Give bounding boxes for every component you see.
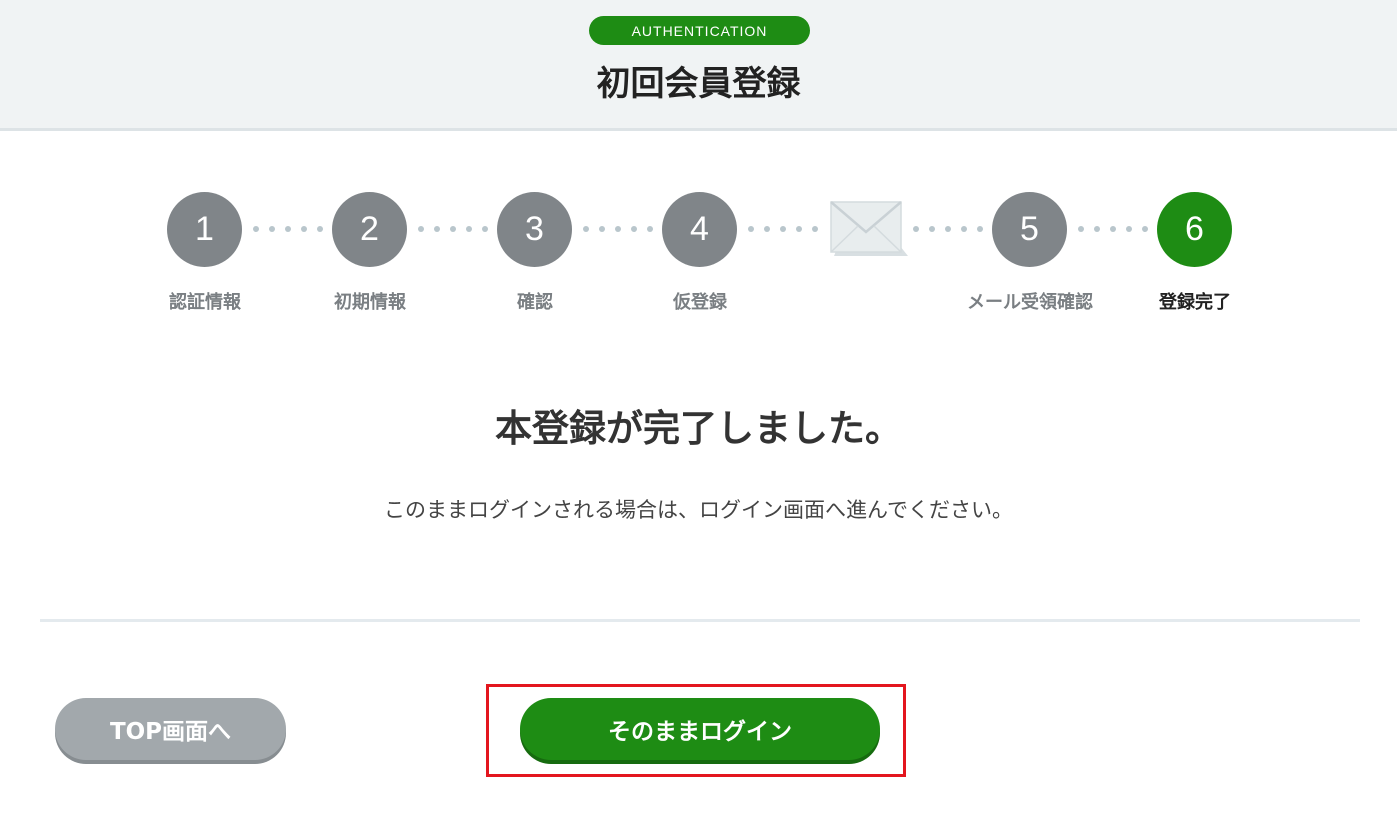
step-connector bbox=[913, 226, 983, 232]
step-6-circle: 6 bbox=[1157, 192, 1232, 267]
step-5-circle: 5 bbox=[992, 192, 1067, 267]
top-page-button[interactable]: TOP画面へ bbox=[55, 698, 286, 760]
section-divider bbox=[40, 619, 1360, 622]
step-6-label: 登録完了 bbox=[1159, 292, 1231, 313]
step-3-circle: 3 bbox=[497, 192, 572, 267]
step-connector bbox=[418, 226, 488, 232]
completion-title: 本登録が完了しました。 bbox=[495, 407, 902, 450]
login-button[interactable]: そのままログイン bbox=[520, 698, 880, 760]
authentication-badge: AUTHENTICATION bbox=[589, 16, 810, 45]
step-1-circle: 1 bbox=[167, 192, 242, 267]
step-1-label: 認証情報 bbox=[169, 292, 241, 313]
step-5-label: メール受領確認 bbox=[967, 292, 1093, 313]
step-3-label: 確認 bbox=[517, 292, 553, 313]
step-connector bbox=[1078, 226, 1148, 232]
completion-message: このままログインされる場合は、ログイン画面へ進んでください。 bbox=[384, 498, 1013, 522]
page-header: AUTHENTICATION 初回会員登録 bbox=[0, 0, 1397, 131]
step-2-circle: 2 bbox=[332, 192, 407, 267]
step-4-circle: 4 bbox=[662, 192, 737, 267]
step-connector bbox=[583, 226, 653, 232]
step-4-label: 仮登録 bbox=[673, 292, 727, 313]
page-title: 初回会員登録 bbox=[596, 64, 801, 104]
mail-icon bbox=[830, 201, 908, 256]
step-connector bbox=[748, 226, 818, 232]
step-2-label: 初期情報 bbox=[334, 292, 406, 313]
step-connector bbox=[253, 226, 323, 232]
